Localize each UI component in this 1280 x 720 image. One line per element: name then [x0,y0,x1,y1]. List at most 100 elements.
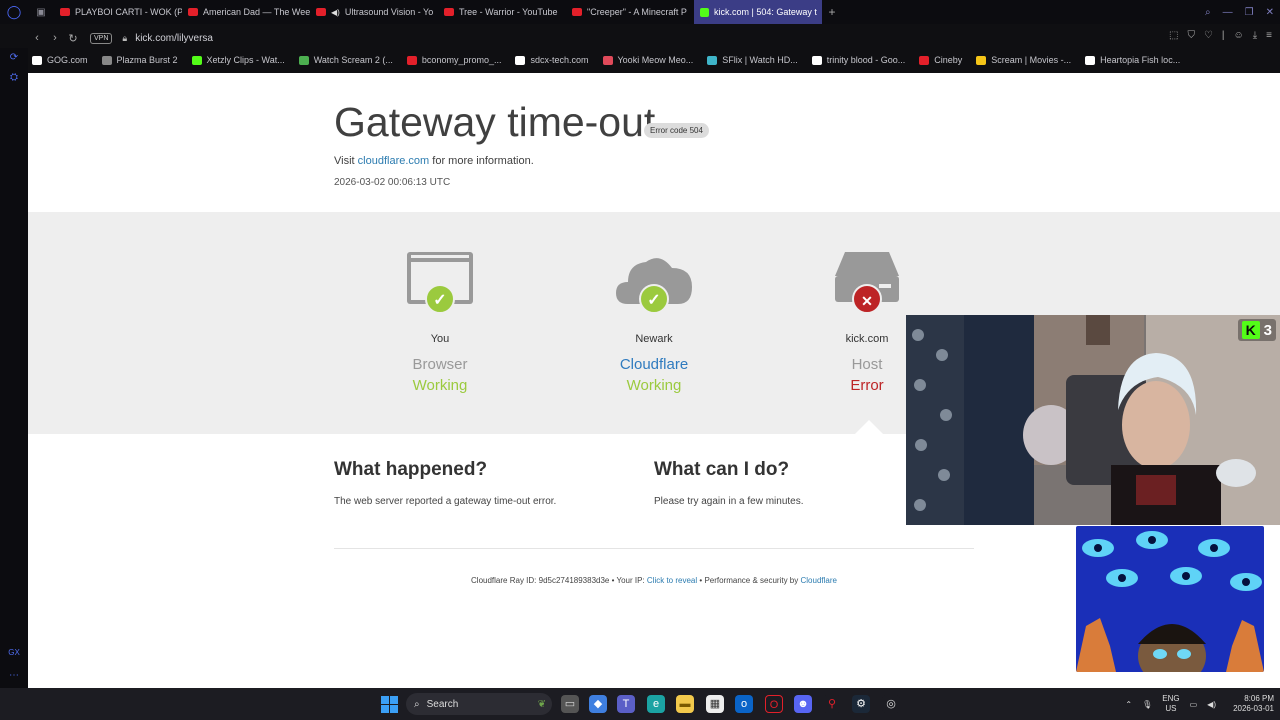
history-icon[interactable]: ⟳ [7,52,21,66]
visit-prefix: Visit [334,155,355,167]
cloudflare-node-link[interactable]: Cloudflare [574,356,734,373]
webcam-overlay: K 3 [906,315,1280,525]
tab-kick-504[interactable]: kick.com | 504: Gateway t [694,0,822,24]
tab-american-dad[interactable]: American Dad — The Wee [182,0,310,24]
outlook-icon[interactable]: o [735,695,753,713]
windows-start-icon[interactable] [381,696,398,713]
youtube-icon [444,8,454,16]
cloudflare-footer-link[interactable]: Cloudflare [800,576,836,585]
address-bar: ‹ › ↻ VPN 🔒︎ kick.com/lilyversa ⬚ ⛉ ♡ | … [28,28,1280,48]
clock-time: 8:06 PM [1244,694,1274,703]
search-icon: ⌕ [414,698,420,710]
page-title: Gateway time-out [334,99,656,145]
download-icon[interactable]: ⤓ [1253,30,1257,41]
node-place: You [430,333,450,345]
steam-icon[interactable]: ⚙ [852,695,870,713]
minimize-icon[interactable]: — [1223,7,1233,18]
more-icon[interactable]: ⋯ [7,670,21,684]
heart-icon[interactable]: ♡ [1204,30,1213,41]
bookmark-favicon-icon [191,55,202,65]
bookmark-label: bconomy_promo_... [421,55,502,65]
bookmark-label: Heartopia Fish loc... [1100,55,1181,65]
snapshot-icon[interactable]: ⬚ [1169,30,1178,41]
gx-icon[interactable]: GX [7,648,21,662]
cloudflare-link[interactable]: cloudflare.com [358,155,430,167]
bookmark-label: trinity blood - Goo... [826,55,906,65]
tab-ultrasound-vision[interactable]: ◀) Ultrasound Vision - Yo [310,0,438,24]
url-field[interactable]: kick.com/lilyversa [135,33,213,44]
discord-icon[interactable]: ☻ [794,695,812,713]
bookmark-item[interactable]: sdcx-tech.com [515,55,589,65]
bookmark-label: Yooki Meow Meo... [617,55,694,65]
recorder-icon[interactable]: ◎ [882,695,900,713]
store-icon[interactable]: ▦ [706,695,724,713]
tab-playboi-carti[interactable]: PLAYBOI CARTI - WOK (P [54,0,182,24]
viewer-count: 3 [1263,321,1272,339]
bookmark-item[interactable]: SFlix | Watch HD... [707,55,798,65]
lock-icon[interactable]: 🔒︎ [122,33,127,44]
bookmark-item[interactable]: Cineby [919,55,962,65]
taskbar-search[interactable]: ⌕ Search ❦ [406,693,552,715]
bookmark-item[interactable]: Plazma Burst 2 [101,55,178,65]
bookmark-favicon-icon [298,55,309,65]
app-red-icon[interactable]: ⚲ [823,695,841,713]
chevron-up-icon[interactable]: ⌃ [1125,700,1132,709]
bookmark-favicon-icon [707,55,718,65]
network-icon[interactable]: ▭ [1190,700,1198,709]
tab-creeper[interactable]: "Creeper" - A Minecraft P [566,0,694,24]
reveal-ip-button[interactable]: Click to reveal [647,576,697,585]
forward-icon[interactable]: › [46,32,64,44]
pocket-icon[interactable]: ⛉ [1187,30,1195,41]
file-explorer-icon[interactable]: ▬ [676,695,694,713]
extensions-icon[interactable]: ⛭ [7,72,21,86]
taskbar: ⌕ Search ❦ ▭ ◆ T e ▬ ▦ o O ☻ ⚲ ⚙ ◎ ⌃ 🎙︎ … [0,688,1280,720]
ip-label: Your IP: [616,576,645,585]
opera-logo-icon[interactable]: ◯ [0,0,28,24]
teams-icon[interactable]: T [617,695,635,713]
bookmark-item[interactable]: trinity blood - Goo... [811,55,906,65]
ray-id: 9d5c274189383d3e [538,576,610,585]
microphone-icon[interactable]: 🎙︎ [1142,700,1152,709]
search-highlight-icon: ❦ [537,698,546,710]
bookmark-favicon-icon [602,55,613,65]
bookmark-item[interactable]: bconomy_promo_... [406,55,502,65]
lang-region: US [1165,704,1177,713]
bookmark-item[interactable]: Watch Scream 2 (... [298,55,393,65]
tab-overview-icon[interactable]: ▣ [28,0,54,24]
bookmark-item[interactable]: Heartopia Fish loc... [1085,55,1180,65]
search-tabs-icon[interactable]: ⌕ [1205,7,1211,18]
bookmark-item[interactable]: Scream | Movies -... [976,55,1071,65]
opera-gx-icon[interactable]: O [765,695,783,713]
search-label: Search [426,698,459,710]
account-icon[interactable]: ☺ [1234,30,1244,41]
reload-icon[interactable]: ↻ [64,32,82,45]
edge-icon[interactable]: e [647,695,665,713]
tab-label: American Dad — The Wee [203,7,310,17]
bookmark-item[interactable]: GOG.com [32,55,88,65]
bookmark-favicon-icon [515,55,526,65]
vpn-badge[interactable]: VPN [90,32,113,44]
left-sidebar: ⟳ ⛭ GX ⋯ [0,48,28,688]
volume-icon[interactable]: ◀) [1207,700,1216,709]
back-icon[interactable]: ‹ [28,32,46,44]
language-indicator[interactable]: ENG US [1162,694,1179,714]
tab-bar: ◯ ▣ PLAYBOI CARTI - WOK (P American Dad … [0,0,1280,24]
tab-label: kick.com | 504: Gateway t [714,7,817,17]
task-view-icon[interactable]: ▭ [561,695,579,713]
restore-icon[interactable]: ❐ [1245,7,1254,18]
ok-check-icon: ✓ [425,284,455,314]
bookmark-item[interactable]: Yooki Meow Meo... [602,55,694,65]
bookmark-item[interactable]: Xetzly Clips - Wat... [191,55,285,65]
bookmarks-bar: GOG.com Plazma Burst 2 Xetzly Clips - Wat.… [32,52,1280,68]
close-icon[interactable]: ✕ [1266,7,1274,18]
clock[interactable]: 8:06 PM 2026-03-01 [1226,694,1274,714]
visit-line: Visit cloudflare.com for more informatio… [334,155,534,167]
menu-icon[interactable]: ≡ [1266,30,1272,41]
new-tab-button[interactable]: + [822,5,842,19]
speaker-icon[interactable]: ◀) [331,8,340,17]
bookmark-label: Xetzly Clips - Wat... [206,55,285,65]
copilot-icon[interactable]: ◆ [589,695,607,713]
artwork-overlay [1076,526,1264,672]
tab-tree-warrior[interactable]: Tree - Warrior - YouTube [438,0,566,24]
bookmark-favicon-icon [32,55,42,65]
